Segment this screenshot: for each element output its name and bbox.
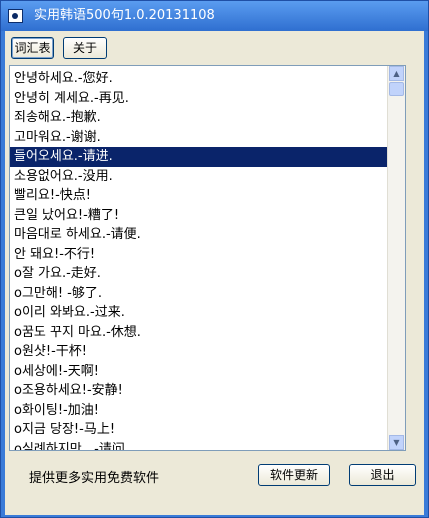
software-update-button[interactable]: 软件更新 — [258, 464, 330, 486]
list-item[interactable]: o조용하세요!-安静! — [10, 381, 388, 401]
list-item[interactable]: 고마워요.-谢谢. — [10, 128, 388, 148]
list-item[interactable]: 큰일 났어요!-糟了! — [10, 206, 388, 226]
list-item[interactable]: o그만해! -够了. — [10, 284, 388, 304]
list-item[interactable]: 안 돼요!-不行! — [10, 245, 388, 265]
tab-about[interactable]: 关于 — [63, 37, 107, 59]
list-item[interactable]: 마음대로 하세요.-请便. — [10, 225, 388, 245]
vertical-scrollbar[interactable]: ▲ ▼ — [387, 66, 405, 450]
list-item[interactable]: o잘 가요.-走好. — [10, 264, 388, 284]
exit-button[interactable]: 退出 — [349, 464, 416, 486]
scroll-up-button[interactable]: ▲ — [389, 66, 404, 81]
list-item[interactable]: o꿈도 꾸지 마요.-休想. — [10, 323, 388, 343]
list-item[interactable]: o이리 와봐요.-过来. — [10, 303, 388, 323]
list-item[interactable]: 소용없어요.-没用. — [10, 167, 388, 187]
phrase-list[interactable]: 안녕하세요.-您好. 안녕히 계세요.-再见. 죄송해요.-抱歉. 고마워요.-谢谢.… — [9, 65, 406, 451]
list-item[interactable]: 안녕히 계세요.-再见. — [10, 89, 388, 109]
list-item[interactable]: o세상에!-天啊! — [10, 362, 388, 382]
title-bar[interactable]: 实用韩语500句1.0.20131108 — [1, 1, 428, 31]
list-item-selected[interactable]: 들어오세요.-请进. — [10, 147, 388, 167]
list-item[interactable]: o화이팅!-加油! — [10, 401, 388, 421]
dialog-body: 词汇表 关于 안녕하세요.-您好. 안녕히 계세요.-再见. 죄송해요.-抱歉. 고마… — [5, 31, 424, 515]
app-logo-icon — [8, 9, 23, 23]
list-item[interactable]: o지금 당장!-马上! — [10, 420, 388, 440]
list-item[interactable]: 죄송해요.-抱歉. — [10, 108, 388, 128]
scroll-down-button[interactable]: ▼ — [389, 435, 404, 450]
list-item[interactable]: 안녕하세요.-您好. — [10, 69, 388, 89]
promo-text: 提供更多实用免费软件 — [29, 471, 160, 486]
phrase-list-items: 안녕하세요.-您好. 안녕히 계세요.-再见. 죄송해요.-抱歉. 고마워요.-谢谢.… — [10, 69, 388, 451]
app-window: 实用韩语500句1.0.20131108 词汇表 关于 안녕하세요.-您好. 안녕… — [0, 0, 429, 518]
list-item[interactable]: o원샷!-干杯! — [10, 342, 388, 362]
scroll-thumb[interactable] — [389, 82, 404, 96]
window-title: 实用韩语500句1.0.20131108 — [34, 8, 215, 23]
tab-vocabulary[interactable]: 词汇表 — [11, 37, 54, 59]
list-item[interactable]: 빨리요!-快点! — [10, 186, 388, 206]
list-item[interactable]: o실례하지만...-请问 — [10, 440, 388, 451]
